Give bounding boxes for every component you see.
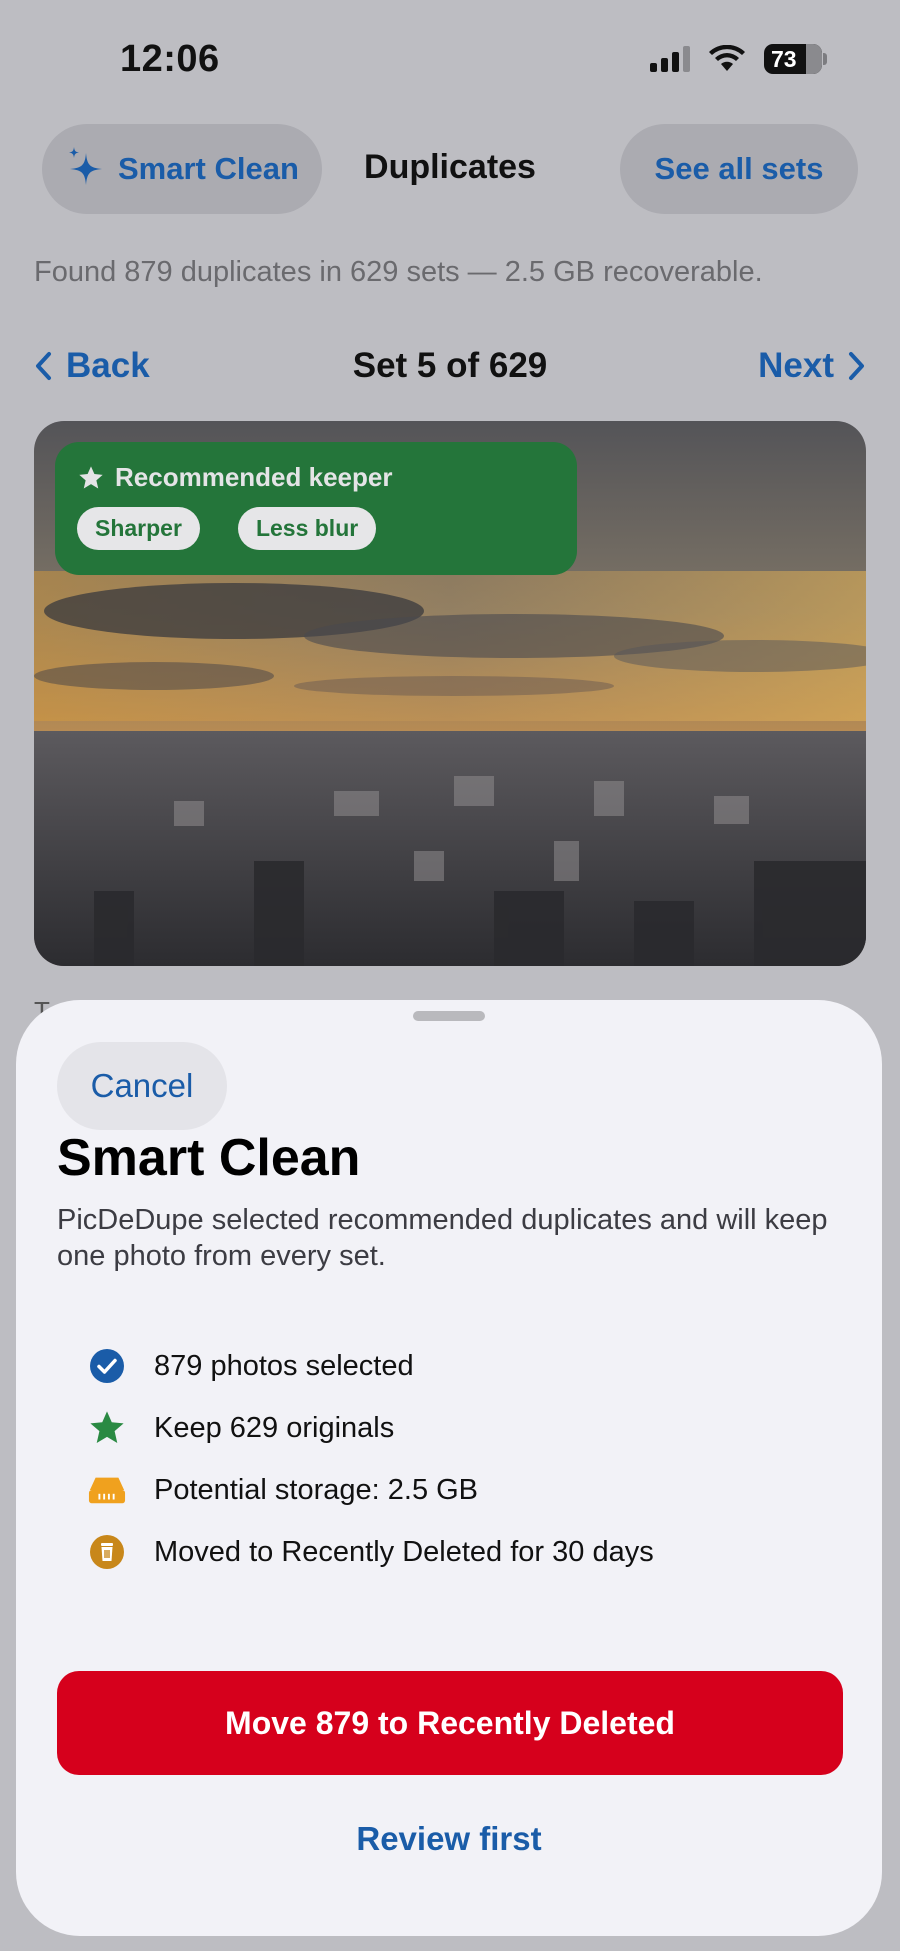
recommended-keeper-badge: Recommended keeper Sharper Less blur <box>55 442 577 575</box>
cellular-signal-icon <box>650 46 690 72</box>
chevron-right-icon <box>849 352 864 380</box>
cancel-button[interactable]: Cancel <box>57 1042 227 1130</box>
status-icons: 73 <box>650 44 827 74</box>
duplicates-summary: Found 879 duplicates in 629 sets — 2.5 G… <box>34 256 763 288</box>
trash-icon <box>88 1533 126 1571</box>
next-button[interactable]: Next <box>758 346 866 386</box>
see-all-sets-button[interactable]: See all sets <box>620 124 858 214</box>
fact-storage: Potential storage: 2.5 GB <box>88 1459 654 1521</box>
battery-level: 73 <box>771 45 797 72</box>
fact-text: Potential storage: 2.5 GB <box>154 1473 479 1506</box>
fact-recently-deleted: Moved to Recently Deleted for 30 days <box>88 1521 654 1583</box>
next-label: Next <box>758 346 834 385</box>
wifi-icon <box>709 45 745 71</box>
checkmark-circle-icon <box>88 1347 126 1385</box>
tag-sharper: Sharper <box>77 507 200 550</box>
tag-less-blur: Less blur <box>237 507 377 550</box>
star-icon <box>79 465 103 488</box>
sheet-title: Smart Clean <box>57 1129 361 1187</box>
keeper-label: Recommended keeper <box>115 462 393 492</box>
status-time: 12:06 <box>120 38 220 80</box>
battery-icon: 73 <box>764 44 827 74</box>
sheet-grabber[interactable] <box>413 1011 485 1021</box>
sheet-description: PicDeDupe selected recommended duplicate… <box>57 1204 828 1272</box>
fact-text: 879 photos selected <box>154 1349 414 1382</box>
smart-clean-sheet: Cancel Smart Clean PicDeDupe selected re… <box>16 1000 882 1936</box>
fact-photos-selected: 879 photos selected <box>88 1335 654 1397</box>
storage-icon <box>88 1471 126 1509</box>
smart-clean-button[interactable]: Smart Clean <box>42 124 322 214</box>
smart-clean-label: Smart Clean <box>118 151 299 186</box>
fact-text: Keep 629 originals <box>154 1411 395 1444</box>
move-to-recently-deleted-button[interactable]: Move 879 to Recently Deleted <box>57 1671 843 1775</box>
facts-list: 879 photos selected Keep 629 originals P… <box>88 1335 654 1583</box>
sparkles-icon <box>69 147 102 185</box>
review-first-button[interactable]: Review first <box>16 1820 882 1858</box>
star-icon <box>88 1409 126 1447</box>
fact-keep-originals: Keep 629 originals <box>88 1397 654 1459</box>
fact-text: Moved to Recently Deleted for 30 days <box>154 1535 654 1568</box>
